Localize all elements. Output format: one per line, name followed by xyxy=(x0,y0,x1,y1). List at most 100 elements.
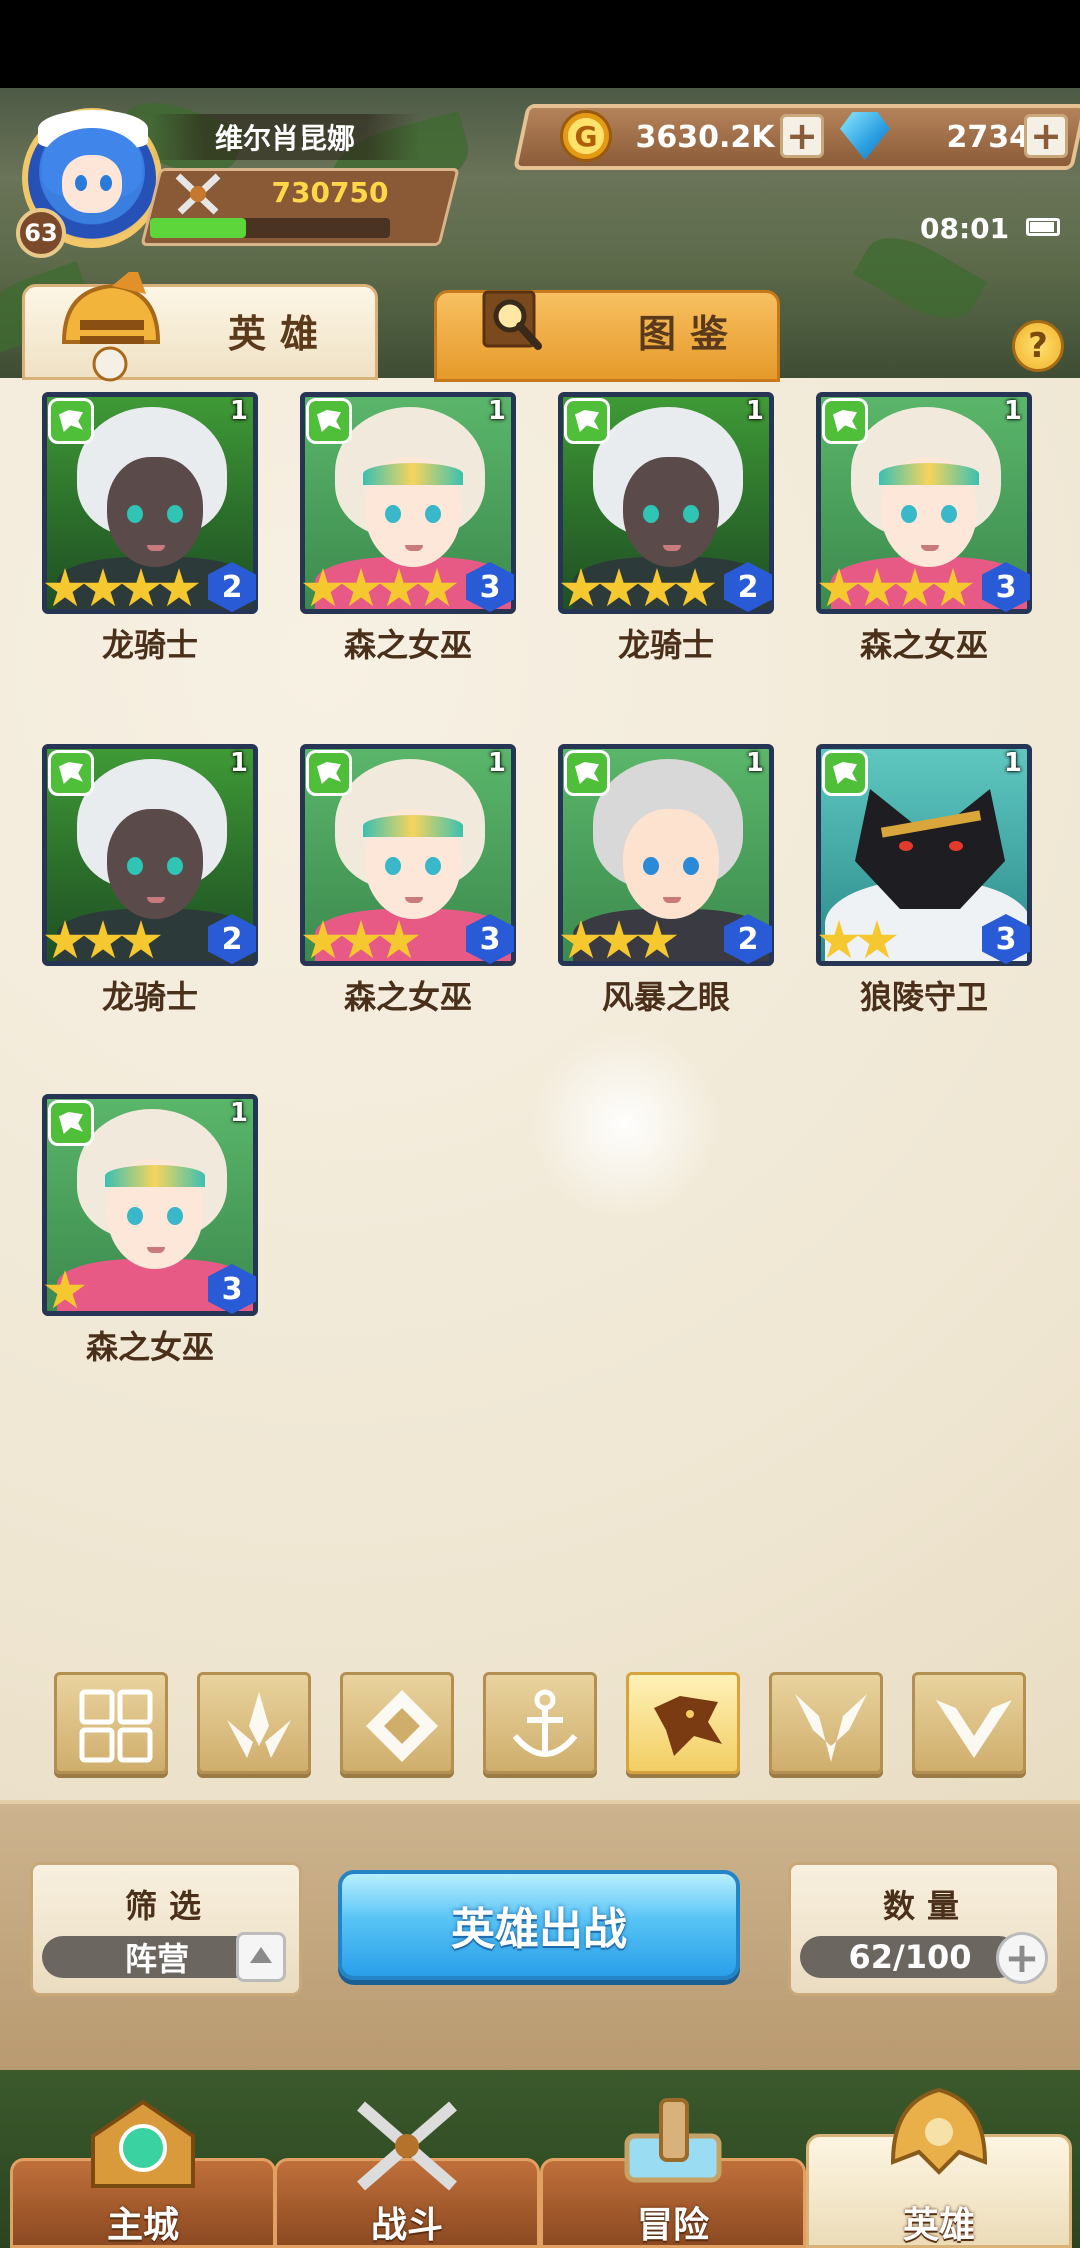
touch-glow xyxy=(530,1030,720,1220)
player-level-badge: 63 xyxy=(16,208,66,258)
hero-card[interactable]: 1 3 森之女巫 xyxy=(300,392,516,664)
star-icon xyxy=(598,920,640,959)
hero-card[interactable]: 1 3 森之女巫 xyxy=(816,392,1032,664)
nav-tab-label: 冒险 xyxy=(636,2205,709,2246)
crossed-swords-icon xyxy=(175,173,221,215)
deploy-heroes-button[interactable]: 英雄出战 xyxy=(338,1870,740,1980)
faction-filter-button[interactable] xyxy=(769,1672,883,1774)
hero-copies: 1 xyxy=(1003,748,1022,778)
filter-expand-button[interactable] xyxy=(236,1932,286,1982)
hero-card[interactable]: 1 2 龙骑士 xyxy=(42,744,258,1016)
star-icon xyxy=(302,568,344,607)
star-icon xyxy=(44,568,86,607)
hero-stars xyxy=(560,920,678,964)
star-icon xyxy=(158,568,200,607)
nav-tab-label: 主城 xyxy=(106,2205,179,2246)
anchor-icon xyxy=(512,1689,578,1757)
beast-faction-icon xyxy=(564,750,610,796)
hero-name: 森之女巫 xyxy=(343,978,472,1016)
add-gems-button[interactable]: + xyxy=(1024,114,1068,158)
beast-faction-icon xyxy=(306,750,352,796)
grid-icon xyxy=(79,1689,153,1763)
count-title: 数量 xyxy=(882,1887,971,1925)
star-icon xyxy=(378,920,420,959)
hero-copies: 1 xyxy=(745,396,764,426)
hero-copies: 1 xyxy=(487,396,506,426)
star-icon xyxy=(340,568,382,607)
hero-count: 62/100 xyxy=(800,1936,1020,1978)
hero-card[interactable]: 1 2 龙骑士 xyxy=(558,392,774,664)
help-button[interactable]: ? xyxy=(1012,320,1064,372)
hero-card[interactable]: 1 3 森之女巫 xyxy=(300,744,516,1016)
beast-faction-icon xyxy=(48,1100,94,1146)
gem-value: 2734 xyxy=(946,119,1031,155)
battery-level xyxy=(1030,222,1054,232)
avatar-face xyxy=(62,155,122,213)
hero-copies: 1 xyxy=(229,748,248,778)
hero-copies: 1 xyxy=(487,748,506,778)
player-name: 维尔肖昆娜 xyxy=(150,114,420,160)
demon-horn-icon xyxy=(795,1694,867,1762)
beast-faction-icon xyxy=(306,398,352,444)
hero-stars xyxy=(302,920,420,964)
hero-stars xyxy=(44,1270,86,1314)
nav-tab-label: 战斗 xyxy=(370,2205,443,2246)
hero-card[interactable]: 1 3 狼陵守卫 xyxy=(816,744,1032,1016)
beast-faction-icon xyxy=(822,750,868,796)
leaf-crest-icon xyxy=(227,1692,291,1758)
faction-filter-button[interactable] xyxy=(54,1672,168,1774)
clock: 08:01 xyxy=(920,211,1010,245)
faction-filter-button[interactable] xyxy=(912,1672,1026,1774)
hero-name: 森之女巫 xyxy=(343,626,472,664)
star-icon xyxy=(340,920,382,959)
star-icon xyxy=(894,568,936,607)
tab-heroes-label: 英雄 xyxy=(227,311,332,356)
hero-name: 森之女巫 xyxy=(85,1328,214,1366)
exp-bar-fill xyxy=(150,218,246,238)
hero-stars xyxy=(302,568,458,612)
hero-copies: 1 xyxy=(745,748,764,778)
diamond-crest-icon xyxy=(366,1690,438,1762)
map-scroll-icon xyxy=(624,2098,722,2183)
hero-stars xyxy=(44,920,162,964)
faction-filter-button[interactable] xyxy=(197,1672,311,1774)
hero-card[interactable]: 1 2 龙骑士 xyxy=(42,392,258,664)
wing-v-icon xyxy=(936,1700,1012,1758)
hero-stars xyxy=(560,568,716,612)
add-gold-button[interactable]: + xyxy=(780,114,824,158)
star-icon xyxy=(416,568,458,607)
avatar-eye xyxy=(75,175,87,191)
expand-capacity-button[interactable]: + xyxy=(996,1932,1048,1984)
star-icon xyxy=(818,920,860,959)
hero-name: 森之女巫 xyxy=(859,626,988,664)
star-icon xyxy=(44,920,86,959)
hero-name: 龙骑士 xyxy=(617,626,714,664)
city-icon xyxy=(91,2099,195,2188)
hero-name: 狼陵守卫 xyxy=(859,978,988,1016)
star-icon xyxy=(856,920,898,959)
hero-copies: 1 xyxy=(1003,396,1022,426)
tab-codex-label: 图鉴 xyxy=(637,311,742,356)
star-icon xyxy=(378,568,420,607)
status-band xyxy=(0,0,1080,88)
faction-filter-button[interactable] xyxy=(340,1672,454,1774)
hero-card[interactable]: 1 3 森之女巫 xyxy=(42,1094,258,1366)
star-icon xyxy=(82,920,124,959)
faction-filter-button[interactable] xyxy=(483,1672,597,1774)
star-icon xyxy=(598,568,640,607)
hero-helmet-icon xyxy=(890,2087,988,2175)
beast-faction-icon xyxy=(48,398,94,444)
hero-card[interactable]: 1 2 风暴之眼 xyxy=(558,744,774,1016)
beast-head-icon xyxy=(654,1696,722,1756)
power-value: 730750 xyxy=(271,175,389,209)
hero-name: 龙骑士 xyxy=(101,626,198,664)
gold-value: 3630.2K xyxy=(635,119,775,155)
star-icon xyxy=(120,568,162,607)
hero-stars xyxy=(818,920,898,964)
beast-faction-icon xyxy=(564,398,610,444)
crossed-swords-icon xyxy=(357,2101,457,2191)
star-icon xyxy=(560,920,602,959)
faction-filter-button[interactable] xyxy=(626,1672,740,1774)
filter-title: 筛选 xyxy=(124,1887,213,1925)
nav-tab-label: 英雄 xyxy=(902,2205,975,2246)
